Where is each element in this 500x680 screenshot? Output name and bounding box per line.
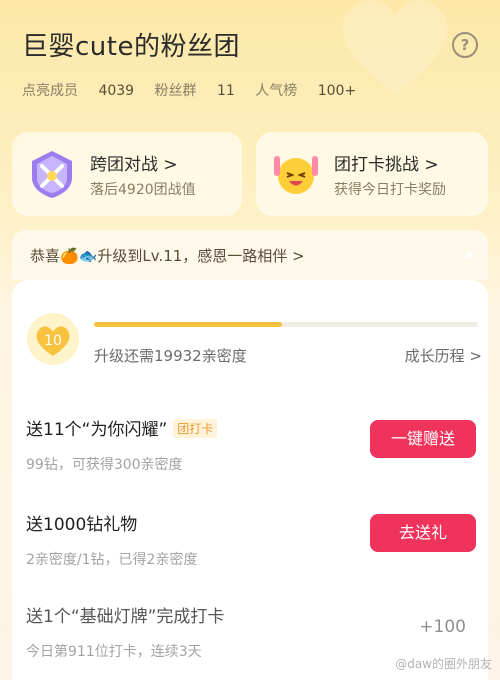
stats-row: 点亮成员 4039 粉丝群 11 人气榜 100+: [22, 80, 372, 100]
checkin-tag: 团打卡: [173, 419, 218, 438]
card-title: 团打卡挑战 >: [334, 155, 439, 175]
task-panel: 10 升级还需19932亲密度 成长历程 > 送11个“为你闪耀” 团打卡 99钻…: [12, 280, 488, 680]
stat-lit-members[interactable]: 点亮成员 4039: [22, 83, 134, 99]
header: 巨婴cute的粉丝团 ?: [22, 26, 478, 63]
task-item: 送1个“基础灯牌”完成打卡 今日第911位打卡，连续3天: [26, 602, 478, 661]
task-subtitle: 2亲密度/1钻，已得2亲密度: [26, 552, 198, 568]
task-title: 送11个“为你闪耀”: [26, 420, 168, 440]
page-indicator-dot: [466, 252, 472, 258]
card-title: 跨团对战 >: [90, 155, 178, 175]
battle-shield-icon: [32, 151, 72, 198]
page-title: 巨婴cute的粉丝团: [22, 32, 240, 62]
stat-fan-groups[interactable]: 粉丝群 11: [155, 83, 235, 99]
level-number: 10: [44, 333, 62, 349]
one-click-gift-button[interactable]: 一键赠送: [370, 420, 476, 458]
card-checkin-challenge[interactable]: 团打卡挑战 > 获得今日打卡奖励: [256, 132, 488, 216]
card-subtitle: 获得今日打卡奖励: [334, 182, 446, 198]
level-progress-bar: [94, 322, 478, 327]
question-circle-icon[interactable]: ?: [452, 32, 478, 58]
growth-history-link[interactable]: 成长历程 >: [405, 345, 482, 366]
upgrade-requirement-text: 升级还需19932亲密度: [94, 347, 247, 365]
card-cross-team-battle[interactable]: 跨团对战 > 落后4920团战值: [12, 132, 242, 216]
progress-fill: [94, 322, 283, 327]
congrats-text: 恭喜🍊🐟升级到Lv.11，感恩一路相伴 >: [30, 247, 305, 265]
task-reward: +100: [419, 617, 466, 637]
cheering-emoji-icon: [274, 156, 318, 194]
send-gift-button[interactable]: 去送礼: [370, 514, 476, 552]
watermark: @daw的圈外朋友: [395, 657, 492, 671]
congrats-banner[interactable]: 恭喜🍊🐟升级到Lv.11，感恩一路相伴 >: [12, 230, 488, 280]
task-title: 送1个“基础灯牌”完成打卡: [26, 607, 225, 627]
level-heart-badge-icon: 10: [27, 313, 79, 365]
stat-popularity[interactable]: 人气榜 100+: [255, 83, 356, 99]
card-subtitle: 落后4920团战值: [90, 182, 196, 198]
